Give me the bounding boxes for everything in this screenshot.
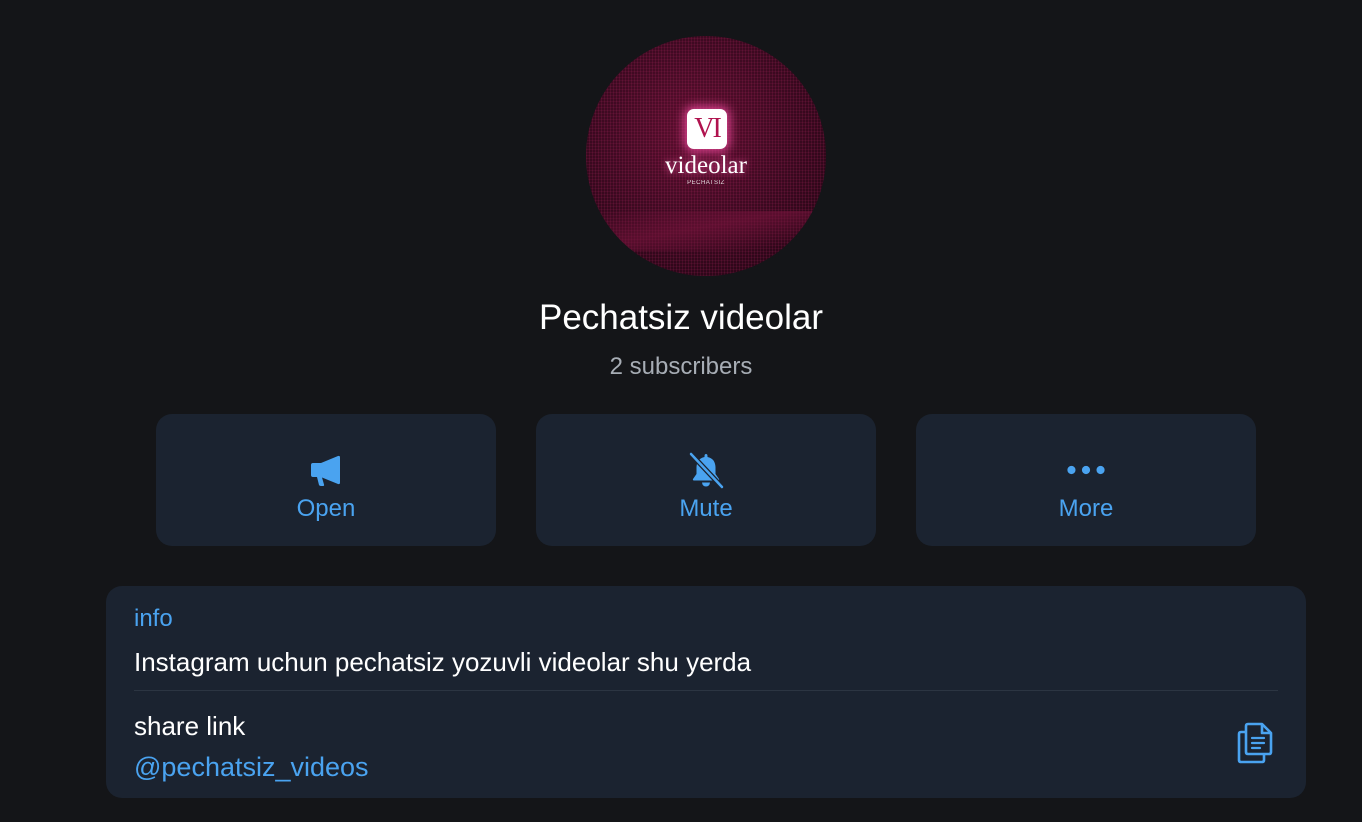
channel-logo-mark: VI	[687, 109, 727, 149]
copy-link-button[interactable]	[1232, 722, 1278, 768]
mute-button-label: Mute	[679, 495, 733, 522]
share-link-value[interactable]: @pechatsiz_videos	[134, 750, 369, 784]
channel-logo-sub: PECHATSIZ	[687, 180, 725, 186]
bell-off-icon	[686, 450, 726, 490]
share-link-label: share link	[134, 711, 246, 741]
open-button[interactable]: Open	[156, 414, 496, 546]
info-label: info	[134, 605, 173, 632]
more-button-label: More	[1058, 495, 1114, 522]
channel-logo-word: videolar	[665, 152, 747, 179]
more-button[interactable]: More	[916, 414, 1256, 546]
avatar-texture	[586, 211, 826, 251]
channel-avatar[interactable]: VI videolar PECHATSIZ	[586, 36, 826, 276]
mute-button[interactable]: Mute	[536, 414, 876, 546]
subscriber-count: 2 subscribers	[609, 353, 753, 380]
info-divider	[134, 690, 1278, 691]
more-dots-icon	[1066, 450, 1106, 490]
megaphone-icon	[306, 450, 346, 490]
info-card: info Instagram uchun pechatsiz yozuvli v…	[106, 586, 1306, 798]
channel-description: Instagram uchun pechatsiz yozuvli videol…	[134, 647, 752, 677]
open-button-label: Open	[296, 495, 356, 522]
copy-icon	[1235, 721, 1275, 770]
channel-info-page: VI videolar PECHATSIZ Pechatsiz videolar…	[0, 0, 1362, 822]
channel-title: Pechatsiz videolar	[538, 298, 824, 337]
